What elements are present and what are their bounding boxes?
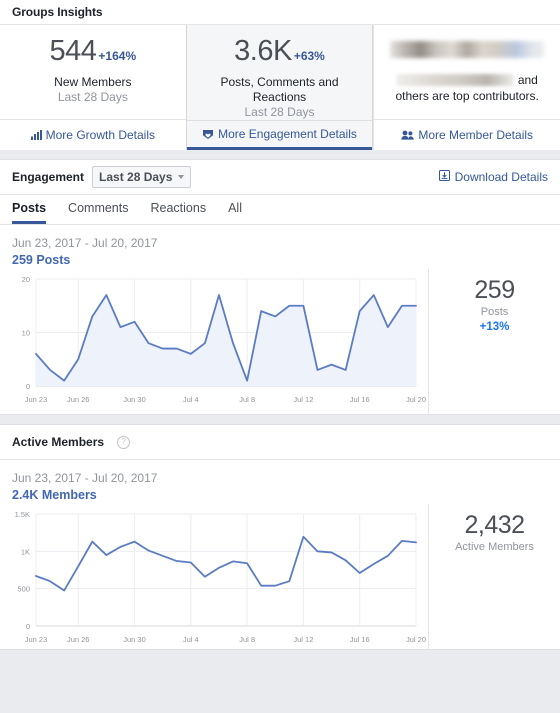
more-growth-details-link[interactable]: More Growth Details bbox=[30, 128, 156, 142]
svg-text:10: 10 bbox=[22, 329, 30, 338]
svg-text:Jun 26: Jun 26 bbox=[67, 635, 90, 644]
tab-posts[interactable]: Posts bbox=[12, 195, 47, 224]
svg-text:1K: 1K bbox=[21, 547, 30, 556]
posts-summary-label: Posts bbox=[480, 306, 509, 318]
posts-count-label[interactable]: 259 Posts bbox=[12, 252, 548, 269]
bar-chart-icon bbox=[30, 130, 42, 140]
section-spacer-top bbox=[0, 150, 560, 159]
svg-text:Jun 23: Jun 23 bbox=[25, 635, 48, 644]
contributors-text: and others are top contributors. bbox=[374, 72, 560, 104]
card-top-contributors[interactable]: and others are top contributors. More Me… bbox=[373, 25, 560, 150]
more-growth-details-label: More Growth Details bbox=[45, 128, 156, 142]
svg-text:1.5K: 1.5K bbox=[15, 510, 30, 519]
card-engagement[interactable]: 3.6K +63% Posts, Comments and Reactions … bbox=[185, 25, 374, 150]
engagement-range-dropdown[interactable]: Last 28 Days bbox=[92, 166, 192, 188]
svg-text:Jul 4: Jul 4 bbox=[183, 635, 199, 644]
active-members-count-label[interactable]: 2.4K Members bbox=[12, 487, 548, 504]
svg-text:Jul 20: Jul 20 bbox=[406, 395, 426, 404]
redacted-contributor-avatars bbox=[390, 41, 545, 58]
card-engagement-stat: 3.6K +63% bbox=[234, 37, 325, 66]
card-new-members-sub: Last 28 Days bbox=[57, 90, 128, 104]
engagement-toolbar: Engagement Last 28 Days Download Details bbox=[0, 160, 560, 195]
card-new-members-label: New Members bbox=[54, 75, 132, 89]
download-details-label: Download Details bbox=[454, 170, 548, 184]
svg-text:500: 500 bbox=[17, 585, 30, 594]
card-new-members-stat: 544 +164% bbox=[50, 37, 137, 66]
active-members-chart-row: 0 500 1K 1.5K Jun 23 Jun 26 Jun 30 Jul 4 Jul 8 Ju… bbox=[0, 504, 560, 649]
card-engagement-value: 3.6K bbox=[234, 35, 292, 67]
svg-text:Jul 16: Jul 16 bbox=[350, 635, 370, 644]
posts-chart[interactable]: 0 10 20 Jun 23 Jun 26 Jun 30 Jul 4 Jul 8 Jul 12 J… bbox=[0, 269, 428, 414]
active-members-chart-svg: 0 500 1K 1.5K Jun 23 Jun 26 Jun 30 Jul 4 Jul 8 Ju… bbox=[15, 510, 426, 644]
download-icon bbox=[438, 170, 450, 184]
card-engagement-footer[interactable]: More Engagement Details bbox=[186, 120, 373, 150]
groups-insights-page: Groups Insights 544 +164% New Members La… bbox=[0, 0, 560, 713]
active-members-summary-value: 2,432 bbox=[464, 511, 525, 539]
svg-text:Jul 8: Jul 8 bbox=[239, 635, 255, 644]
active-members-summary-label: Active Members bbox=[455, 541, 534, 553]
svg-text:Jun 26: Jun 26 bbox=[67, 395, 90, 404]
card-engagement-sub: Last 28 Days bbox=[244, 105, 315, 119]
more-engagement-details-label: More Engagement Details bbox=[218, 127, 357, 141]
active-members-toolbar-left: Active Members ? bbox=[12, 435, 131, 449]
posts-chart-svg: 0 10 20 Jun 23 Jun 26 Jun 30 Jul 4 Jul 8 Jul 12 J… bbox=[22, 275, 426, 404]
more-member-details-link[interactable]: More Member Details bbox=[401, 128, 533, 142]
summary-cards: 544 +164% New Members Last 28 Days More … bbox=[0, 25, 560, 150]
svg-text:Jul 12: Jul 12 bbox=[293, 635, 313, 644]
card-new-members-footer[interactable]: More Growth Details bbox=[0, 119, 186, 150]
card-engagement-delta: +63% bbox=[293, 49, 325, 63]
posts-chart-row: 0 10 20 Jun 23 Jun 26 Jun 30 Jul 4 Jul 8 Jul 12 J… bbox=[0, 269, 560, 414]
svg-text:20: 20 bbox=[22, 275, 30, 284]
card-engagement-label: Posts, Comments and Reactions bbox=[220, 75, 339, 104]
card-new-members-delta: +164% bbox=[98, 49, 137, 63]
heart-badge-icon bbox=[202, 129, 214, 140]
posts-date-range: Jun 23, 2017 - Jul 20, 2017 bbox=[12, 236, 158, 250]
active-members-date-range: Jun 23, 2017 - Jul 20, 2017 bbox=[12, 471, 158, 485]
more-engagement-details-link[interactable]: More Engagement Details bbox=[202, 127, 357, 141]
posts-summary-delta: +13% bbox=[479, 321, 510, 333]
posts-summary-value: 259 bbox=[474, 276, 515, 304]
section-spacer-middle bbox=[0, 415, 560, 424]
tab-all[interactable]: All bbox=[228, 195, 242, 224]
svg-text:Jul 12: Jul 12 bbox=[293, 395, 313, 404]
download-details-button[interactable]: Download Details bbox=[438, 170, 548, 184]
question-mark-icon[interactable]: ? bbox=[117, 435, 131, 449]
posts-summary: 259 Posts +13% bbox=[428, 269, 560, 414]
active-members-title: Active Members bbox=[12, 435, 105, 449]
svg-text:Jul 8: Jul 8 bbox=[239, 395, 255, 404]
engagement-toolbar-left: Engagement Last 28 Days bbox=[12, 166, 192, 188]
tab-reactions[interactable]: Reactions bbox=[150, 195, 206, 224]
tab-comments[interactable]: Comments bbox=[68, 195, 128, 224]
active-members-toolbar: Active Members ? bbox=[0, 425, 560, 460]
engagement-range-value: Last 28 Days bbox=[99, 170, 173, 184]
chevron-down-icon bbox=[178, 175, 185, 179]
active-members-summary: 2,432 Active Members bbox=[428, 504, 560, 649]
svg-text:0: 0 bbox=[26, 622, 30, 631]
more-member-details-label: More Member Details bbox=[418, 128, 534, 142]
svg-text:Jun 23: Jun 23 bbox=[25, 395, 48, 404]
svg-text:Jul 16: Jul 16 bbox=[350, 395, 370, 404]
page-title: Groups Insights bbox=[12, 5, 103, 19]
redacted-contributor-names bbox=[396, 74, 515, 86]
card-engagement-body: 3.6K +63% Posts, Comments and Reactions … bbox=[187, 25, 373, 120]
engagement-section: Engagement Last 28 Days Download Details bbox=[0, 159, 560, 415]
engagement-title: Engagement bbox=[12, 170, 85, 184]
card-new-members[interactable]: 544 +164% New Members Last 28 Days More … bbox=[0, 25, 186, 150]
svg-text:Jun 30: Jun 30 bbox=[123, 635, 146, 644]
active-members-section: Active Members ? Jun 23, 2017 - Jul 20, … bbox=[0, 424, 560, 650]
svg-text:Jul 4: Jul 4 bbox=[183, 395, 199, 404]
posts-chart-head: Jun 23, 2017 - Jul 20, 2017 259 Posts bbox=[0, 225, 560, 269]
engagement-tabs: Posts Comments Reactions All bbox=[0, 195, 560, 225]
svg-text:Jun 30: Jun 30 bbox=[123, 395, 146, 404]
card-new-members-value: 544 bbox=[49, 35, 97, 67]
active-members-chart-head: Jun 23, 2017 - Jul 20, 2017 2.4K Members bbox=[0, 460, 560, 504]
people-icon bbox=[401, 130, 415, 140]
active-members-chart[interactable]: 0 500 1K 1.5K Jun 23 Jun 26 Jun 30 Jul 4 Jul 8 Ju… bbox=[0, 504, 428, 649]
card-new-members-body: 544 +164% New Members Last 28 Days bbox=[0, 25, 186, 119]
card-top-contributors-footer[interactable]: More Member Details bbox=[374, 119, 560, 150]
insights-header: Groups Insights bbox=[0, 0, 560, 25]
svg-text:Jul 20: Jul 20 bbox=[406, 635, 426, 644]
card-top-contributors-body: and others are top contributors. bbox=[374, 25, 560, 119]
svg-text:0: 0 bbox=[26, 382, 30, 391]
